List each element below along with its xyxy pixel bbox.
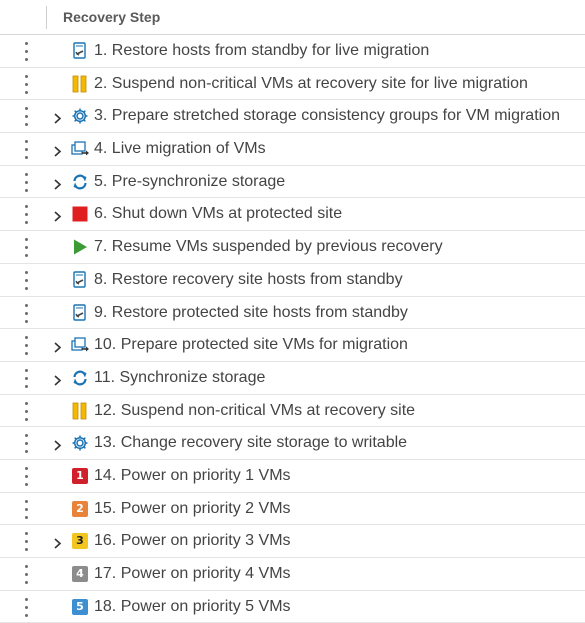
sync-icon <box>71 173 89 191</box>
pause-icon <box>71 402 89 420</box>
priority-number: 3 <box>76 534 84 548</box>
step-label: 6. Shut down VMs at protected site <box>94 205 343 223</box>
row-actions-icon[interactable] <box>22 42 30 61</box>
vm-migrate-icon <box>71 336 89 354</box>
host-restore-icon <box>71 271 89 289</box>
row-actions-icon[interactable] <box>22 107 30 127</box>
column-header-recovery-step[interactable]: Recovery Step <box>63 0 160 35</box>
step-label: 15. Power on priority 2 VMs <box>94 499 291 517</box>
step-label: 13. Change recovery site storage to writ… <box>94 434 408 452</box>
row-actions-icon[interactable] <box>22 499 30 519</box>
sync-icon <box>71 369 89 387</box>
table-row[interactable]: 2 15. Power on priority 2 VMs <box>0 493 585 526</box>
step-label: 16. Power on priority 3 VMs <box>94 532 291 550</box>
priority-number: 5 <box>76 599 84 613</box>
chevron-right-icon[interactable] <box>53 373 62 386</box>
priority-5-icon: 5 <box>71 598 89 616</box>
step-label: 18. Power on priority 5 VMs <box>94 597 291 615</box>
row-actions-icon[interactable] <box>22 270 30 290</box>
priority-3-icon: 3 <box>71 532 89 550</box>
gear-icon <box>71 434 89 452</box>
step-label: 12. Suspend non-critical VMs at recovery… <box>94 401 416 419</box>
priority-2-icon: 2 <box>71 500 89 518</box>
table-row[interactable]: 6. Shut down VMs at protected site <box>0 198 585 232</box>
row-actions-icon[interactable] <box>22 401 30 421</box>
priority-1-icon: 1 <box>71 467 89 485</box>
priority-number: 2 <box>76 501 84 515</box>
priority-4-icon: 4 <box>71 565 89 583</box>
grid-body: 1. Restore hosts from standby for live m… <box>0 35 585 623</box>
row-actions-icon[interactable] <box>22 368 30 388</box>
step-label: 17. Power on priority 4 VMs <box>94 565 291 582</box>
table-row[interactable]: 12. Suspend non-critical VMs at recovery… <box>0 395 585 428</box>
step-label: 2. Suspend non-critical VMs at recovery … <box>94 74 528 92</box>
table-row[interactable]: 10. Prepare protected site VMs for migra… <box>0 329 585 362</box>
priority-number: 1 <box>76 468 84 482</box>
row-actions-icon[interactable] <box>22 140 30 160</box>
row-actions-icon[interactable] <box>22 565 30 584</box>
step-label: 9. Restore protected site hosts from sta… <box>94 303 408 321</box>
table-row[interactable]: 8. Restore recovery site hosts from stan… <box>0 264 585 297</box>
row-actions-icon[interactable] <box>22 336 30 356</box>
grid-header: Recovery Step <box>0 0 585 35</box>
row-actions-icon[interactable] <box>22 434 30 454</box>
row-actions-icon[interactable] <box>22 238 30 258</box>
table-row[interactable]: 7. Resume VMs suspended by previous reco… <box>0 231 585 264</box>
priority-number: 4 <box>76 567 84 580</box>
step-label: 14. Power on priority 1 VMs <box>94 466 291 484</box>
chevron-right-icon[interactable] <box>53 209 62 223</box>
table-row[interactable]: 4. Live migration of VMs <box>0 133 585 166</box>
table-row[interactable]: 1. Restore hosts from standby for live m… <box>0 35 585 68</box>
host-restore-icon <box>71 42 89 60</box>
chevron-right-icon[interactable] <box>53 438 62 451</box>
row-actions-icon[interactable] <box>22 172 30 192</box>
chevron-right-icon[interactable] <box>53 111 62 124</box>
chevron-right-icon[interactable] <box>53 536 62 549</box>
stop-icon <box>71 205 89 223</box>
row-actions-icon[interactable] <box>22 532 30 552</box>
chevron-right-icon[interactable] <box>53 144 62 157</box>
table-row[interactable]: 1 14. Power on priority 1 VMs <box>0 460 585 493</box>
host-restore-icon <box>71 303 89 322</box>
table-row[interactable]: 13. Change recovery site storage to writ… <box>0 427 585 460</box>
step-label: 5. Pre-synchronize storage <box>94 172 286 190</box>
table-row[interactable]: 3. Prepare stretched storage consistency… <box>0 100 585 134</box>
table-row[interactable]: 5. Pre-synchronize storage <box>0 166 585 199</box>
step-label: 11. Synchronize storage <box>94 368 266 386</box>
table-row[interactable]: 4 17. Power on priority 4 VMs <box>0 558 585 591</box>
row-actions-icon[interactable] <box>22 303 30 323</box>
vm-migrate-icon <box>71 140 89 158</box>
pause-icon <box>71 75 89 93</box>
play-icon <box>71 238 89 256</box>
step-label: 7. Resume VMs suspended by previous reco… <box>94 238 443 256</box>
step-label: 8. Restore recovery site hosts from stan… <box>94 270 403 288</box>
table-row[interactable]: 11. Synchronize storage <box>0 362 585 395</box>
chevron-right-icon[interactable] <box>53 177 62 190</box>
table-row[interactable]: 5 18. Power on priority 5 VMs <box>0 591 585 623</box>
row-actions-icon[interactable] <box>22 74 30 94</box>
row-actions-icon[interactable] <box>22 597 30 617</box>
gear-icon <box>71 107 89 125</box>
table-row[interactable]: 9. Restore protected site hosts from sta… <box>0 297 585 330</box>
recovery-steps-grid: Recovery Step 1. Restore hosts from stan… <box>0 0 585 623</box>
row-actions-icon[interactable] <box>22 466 30 486</box>
step-label: 3. Prepare stretched storage consistency… <box>94 107 560 125</box>
step-label: 10. Prepare protected site VMs for migra… <box>94 336 408 354</box>
step-label: 4. Live migration of VMs <box>94 140 266 158</box>
row-actions-icon[interactable] <box>22 205 30 225</box>
chevron-right-icon[interactable] <box>53 340 62 353</box>
table-row[interactable]: 2. Suspend non-critical VMs at recovery … <box>0 68 585 101</box>
table-row[interactable]: 3 16. Power on priority 3 VMs <box>0 525 585 558</box>
step-label: 1. Restore hosts from standby for live m… <box>94 42 430 59</box>
column-resize-handle[interactable] <box>46 6 47 29</box>
